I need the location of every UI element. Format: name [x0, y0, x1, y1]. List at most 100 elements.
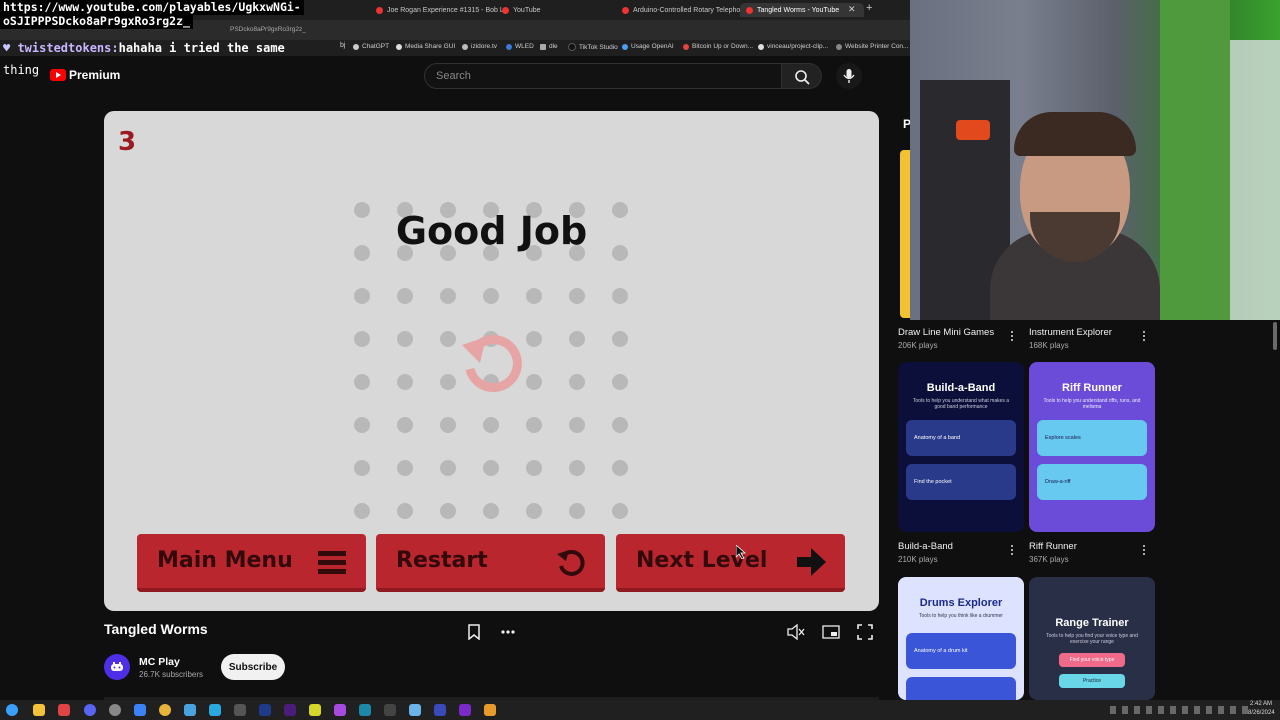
channel-avatar[interactable] [104, 654, 130, 680]
next-level-button[interactable]: Next Level [616, 534, 845, 592]
more-options-button[interactable] [496, 620, 520, 644]
main-menu-button[interactable]: Main Menu [137, 534, 366, 592]
arrow-right-icon [797, 548, 826, 576]
volume-muted-icon [787, 624, 805, 640]
webcam-feed [910, 0, 1280, 320]
bookmark-chatgpt[interactable]: ChatGPT [353, 43, 389, 50]
premiere-icon[interactable] [284, 704, 296, 716]
app-icon[interactable] [309, 704, 321, 716]
globe-icon [836, 43, 842, 50]
channel-name[interactable]: MC Play [139, 656, 180, 668]
tab-arduino[interactable]: Arduino-Controlled Rotary Telephon [622, 3, 744, 17]
globe-icon [622, 43, 628, 50]
thumb-subtitle: Tools to help you think like a drummer [919, 613, 1003, 619]
app-icon[interactable] [134, 704, 146, 716]
start-icon[interactable] [6, 704, 18, 716]
grid-dot [397, 417, 413, 433]
overlay-url-line2: oSJIPPPSDcko8aPr9gxRo3rg2z_ [0, 14, 193, 29]
fullscreen-button[interactable] [853, 620, 877, 644]
thumb-row: Draw-a-riff [1037, 464, 1147, 500]
bookmark-icon [468, 624, 480, 640]
bookmark-github[interactable]: vinceau/project-clip... [758, 43, 828, 50]
browser-icon[interactable] [58, 704, 70, 716]
app-icon[interactable] [384, 704, 396, 716]
save-button[interactable] [462, 620, 486, 644]
card-thumbnail-riff-runner[interactable]: Riff Runner Tools to help you understand… [1029, 362, 1155, 532]
card-thumbnail-build-a-band[interactable]: Build-a-Band Tools to help you understan… [898, 362, 1024, 532]
restart-button[interactable]: Restart [376, 534, 605, 592]
search-input[interactable]: Search [424, 63, 782, 89]
clock-date[interactable]: 8/26/2024 [1248, 710, 1275, 716]
more-vertical-icon[interactable] [1142, 330, 1146, 344]
card-thumbnail-range-trainer[interactable]: Range Trainer Tools to help you find you… [1029, 577, 1155, 700]
scrollbar-thumb[interactable] [1273, 322, 1277, 350]
grid-dot [397, 460, 413, 476]
chat-text-cont: thing [3, 63, 40, 77]
settings-icon[interactable] [109, 704, 121, 716]
grid-dot [440, 417, 456, 433]
grid-dot [440, 288, 456, 304]
more-vertical-icon[interactable] [1010, 330, 1014, 344]
card-title[interactable]: Build-a-Band [898, 541, 953, 552]
new-tab-icon[interactable]: + [866, 2, 872, 14]
tab-tangled-worms[interactable]: Tangled Worms - YouTube [740, 3, 864, 17]
voice-search-button[interactable] [836, 63, 862, 89]
heart-icon: ♥ [3, 41, 18, 55]
grid-dot [612, 374, 628, 390]
thumb-row: Anatomy of a drum kit [906, 633, 1016, 669]
edge-icon[interactable] [184, 704, 196, 716]
miniplayer-button[interactable] [819, 620, 843, 644]
bookmark-website-printer[interactable]: Website Printer Con... [836, 43, 908, 50]
thumb-row: Find the pocket [906, 464, 1016, 500]
chrome-icon[interactable] [159, 704, 171, 716]
more-vertical-icon[interactable] [1010, 544, 1014, 558]
vscode-icon[interactable] [359, 704, 371, 716]
card-title[interactable]: Instrument Explorer [1029, 327, 1112, 338]
close-tab-icon[interactable]: ✕ [848, 4, 856, 15]
bookmark-wled[interactable]: WLED [506, 43, 534, 50]
picture-in-picture-icon [822, 625, 840, 639]
app-icon[interactable] [409, 704, 421, 716]
photoshop-icon[interactable] [259, 704, 271, 716]
game-canvas[interactable]: 3 Good Job Main Menu Restart Next Level [104, 111, 879, 611]
bookmark-izidore[interactable]: izidore.tv [462, 43, 497, 50]
search-button[interactable] [782, 63, 822, 89]
clock-time[interactable]: 2:42 AM [1250, 701, 1272, 707]
bookmark-bitcoin[interactable]: Bitcoin Up or Down... [683, 43, 753, 50]
file-explorer-icon[interactable] [33, 704, 45, 716]
globe-icon [396, 43, 402, 50]
search-icon [795, 70, 810, 85]
chat-username: twistedtokens: [17, 41, 119, 55]
system-tray-icons[interactable] [1110, 706, 1250, 714]
youtube-play-icon [50, 69, 66, 81]
subscribe-button[interactable]: Subscribe [221, 654, 285, 680]
card-plays: 168K plays [1029, 341, 1069, 350]
app-icon[interactable] [434, 704, 446, 716]
youtube-logo[interactable]: Premium [50, 68, 120, 82]
chatgpt-icon [353, 43, 359, 50]
thumb-title: Drums Explorer [919, 597, 1003, 609]
globe-icon [462, 43, 468, 50]
grid-dot [569, 503, 585, 519]
app-icon[interactable] [484, 704, 496, 716]
card-thumbnail-drums-explorer[interactable]: Drums Explorer Tools to help you think l… [898, 577, 1024, 700]
app-icon[interactable] [334, 704, 346, 716]
card-title[interactable]: Draw Line Mini Games [898, 327, 994, 338]
card-plays: 210K plays [898, 555, 938, 564]
discord-icon[interactable] [84, 704, 96, 716]
obs-icon[interactable] [459, 704, 471, 716]
thumb-row: Practice [1059, 674, 1125, 688]
telegram-icon[interactable] [209, 704, 221, 716]
card-title[interactable]: Riff Runner [1029, 541, 1077, 552]
terminal-icon[interactable] [234, 704, 246, 716]
tab-joe-rogan[interactable]: Joe Rogan Experience #1315 - Bob L [376, 3, 504, 17]
tab-youtube[interactable]: YouTube [502, 3, 541, 17]
more-vertical-icon[interactable] [1142, 544, 1146, 558]
bookmark-dle[interactable]: dle [540, 43, 558, 50]
grid-dot [354, 288, 370, 304]
grid-dot [569, 417, 585, 433]
bookmark-openai-usage[interactable]: Usage OpenAI [622, 43, 674, 50]
mute-button[interactable] [784, 620, 808, 644]
bookmark-media-share[interactable]: Media Share GUI [396, 43, 455, 50]
bookmark-tiktok[interactable]: TikTok Studio [568, 43, 618, 51]
